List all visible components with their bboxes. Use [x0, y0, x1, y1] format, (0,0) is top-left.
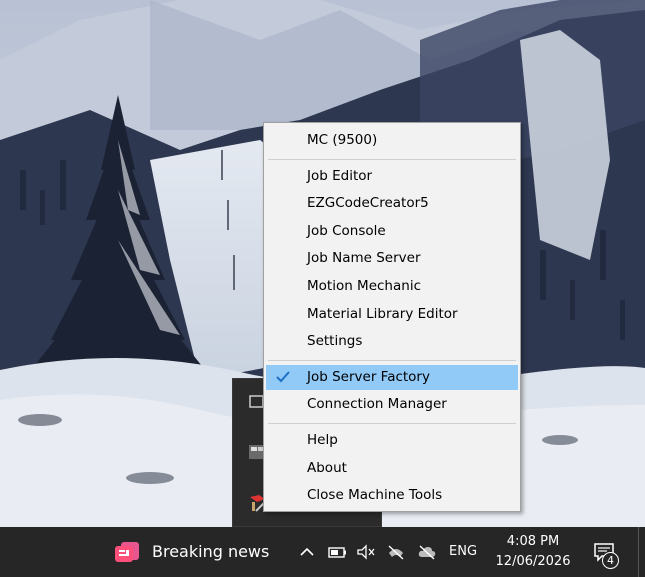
taskbar: Breaking news ENG 4:08 PM 12/06/2026 4	[0, 527, 645, 577]
news-widget-label[interactable]: Breaking news	[152, 527, 269, 577]
volume-muted-icon[interactable]	[356, 542, 376, 562]
language-indicator[interactable]: ENG	[449, 527, 477, 577]
clock-time[interactable]: 4:08 PM	[478, 534, 588, 549]
clock-date[interactable]: 12/06/2026	[478, 554, 588, 569]
menu-item-close-machine-tools[interactable]: Close Machine Tools	[266, 483, 518, 508]
news-icon[interactable]	[113, 540, 141, 564]
menu-item-job-name-server[interactable]: Job Name Server	[266, 246, 518, 271]
menu-item-settings[interactable]: Settings	[266, 329, 518, 354]
chevron-up-icon[interactable]	[297, 542, 317, 562]
network-disconnected-icon[interactable]	[386, 542, 406, 562]
menu-separator	[268, 359, 516, 361]
menu-separator	[268, 423, 516, 424]
menu-item-about[interactable]: About	[266, 456, 518, 481]
menu-item-motion-mechanic[interactable]: Motion Mechanic	[266, 274, 518, 299]
menu-item-ezgcodecreator5[interactable]: EZGCodeCreator5	[266, 191, 518, 216]
menu-item-connection-manager[interactable]: Connection Manager	[266, 392, 518, 417]
menu-item-job-server-factory[interactable]: Job Server Factory	[266, 364, 518, 390]
menu-item-job-editor[interactable]: Job Editor	[266, 164, 518, 189]
menu-item-material-library-editor[interactable]: Material Library Editor	[266, 302, 518, 327]
battery-icon[interactable]	[328, 542, 348, 562]
menu-item-mc-9500[interactable]: MC (9500)	[266, 128, 518, 153]
checkmark-icon	[276, 371, 290, 383]
menu-item-help[interactable]: Help	[266, 428, 518, 453]
cloud-offline-icon[interactable]	[417, 542, 437, 562]
tray-context-menu: MC (9500) Job Editor EZGCodeCreator5 Job Co…	[263, 122, 521, 512]
menu-item-job-console[interactable]: Job Console	[266, 219, 518, 244]
notification-count-badge: 4	[602, 552, 619, 569]
menu-separator	[268, 158, 516, 160]
show-desktop-button[interactable]	[638, 527, 639, 577]
